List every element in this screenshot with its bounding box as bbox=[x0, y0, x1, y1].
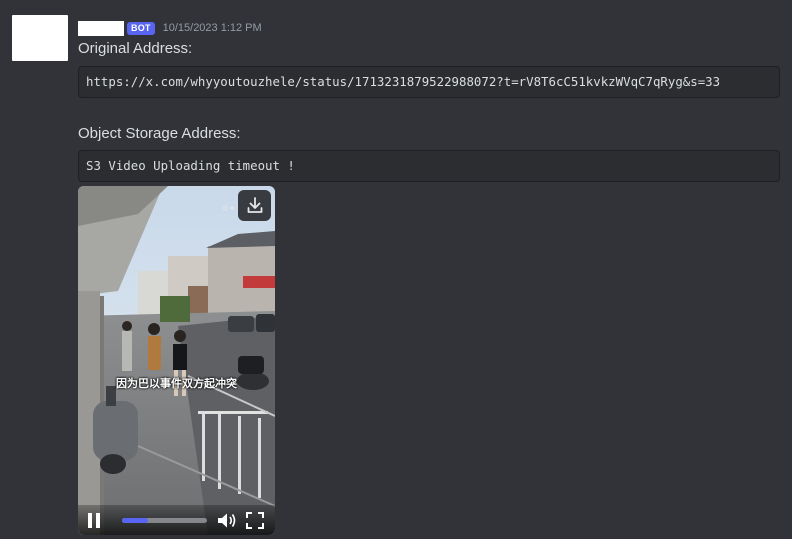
download-button[interactable] bbox=[238, 190, 271, 221]
message-header: BOT 10/15/2023 1:12 PM bbox=[78, 19, 262, 37]
original-address-label: Original Address: bbox=[78, 40, 193, 57]
avatar[interactable] bbox=[12, 15, 68, 61]
original-url-codeblock: https://x.com/whyyoutouzhele/status/1713… bbox=[78, 66, 780, 98]
storage-address-label: Object Storage Address: bbox=[78, 125, 241, 142]
storage-status-codeblock: S3 Video Uploading timeout ! bbox=[78, 150, 780, 182]
video-player[interactable]: ◎ ● 因为巴以事件双方起冲突 bbox=[78, 186, 275, 535]
video-frame bbox=[78, 186, 275, 535]
pause-icon[interactable] bbox=[87, 512, 101, 529]
download-icon bbox=[247, 197, 262, 213]
video-watermark: ◎ ● bbox=[222, 205, 235, 212]
fullscreen-icon[interactable] bbox=[246, 512, 264, 529]
username[interactable] bbox=[78, 20, 124, 36]
progress-fill bbox=[122, 518, 148, 523]
bot-tag: BOT bbox=[127, 21, 155, 35]
video-controls bbox=[78, 505, 275, 535]
timestamp[interactable]: 10/15/2023 1:12 PM bbox=[163, 22, 262, 34]
volume-icon[interactable] bbox=[217, 512, 237, 529]
video-subtitle: 因为巴以事件双方起冲突 bbox=[116, 378, 237, 390]
progress-bar[interactable] bbox=[122, 518, 207, 523]
